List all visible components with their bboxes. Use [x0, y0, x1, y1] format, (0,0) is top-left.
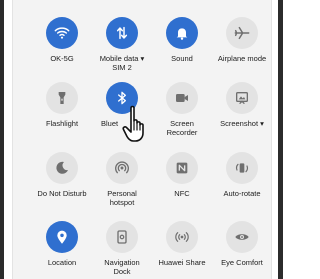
tile-mobile-data[interactable]: Mobile data ▾ SIM 2 [90, 17, 154, 72]
tile-screen-recorder[interactable]: Screen Recorder [150, 82, 214, 137]
do-not-disturb-label: Do Not Disturb [37, 189, 87, 198]
screen-recorder-label: Screen Recorder [150, 119, 214, 137]
airplane-icon [234, 26, 250, 40]
tile-flashlight[interactable]: Flashlight [30, 82, 94, 128]
screen-recorder-label-line1: Screen [170, 119, 194, 128]
nfc-toggle[interactable] [166, 152, 198, 184]
navigation-dock-toggle[interactable] [106, 221, 138, 253]
wifi-toggle[interactable] [46, 17, 78, 49]
location-toggle[interactable] [46, 221, 78, 253]
tile-do-not-disturb[interactable]: Do Not Disturb [30, 152, 94, 198]
airplane-toggle[interactable] [226, 17, 258, 49]
mobile-data-toggle[interactable] [106, 17, 138, 49]
right-frame-edge [278, 0, 283, 279]
screenshot-toggle[interactable] [226, 82, 258, 114]
wifi-icon [54, 27, 70, 39]
navigation-dock-label-line2: Dock [113, 267, 131, 276]
screen-recorder-toggle[interactable] [166, 82, 198, 114]
hand-pointer-icon [122, 105, 144, 142]
personal-hotspot-label-line2: hotspot [109, 198, 135, 207]
screenshot-icon [236, 92, 248, 104]
sound-label: Sound [171, 54, 193, 63]
do-not-disturb-toggle[interactable] [46, 152, 78, 184]
personal-hotspot-label-line1: Personal [107, 189, 137, 198]
auto-rotate-label: Auto-rotate [223, 189, 261, 198]
flashlight-toggle[interactable] [46, 82, 78, 114]
tile-auto-rotate[interactable]: Auto-rotate [210, 152, 274, 198]
video-camera-icon [176, 94, 188, 102]
mobile-data-label[interactable]: Mobile data ▾ SIM 2 [90, 54, 154, 72]
tile-wifi[interactable]: OK-5G [30, 17, 94, 63]
location-label: Location [47, 258, 77, 267]
mobile-data-label-line2: SIM 2 [112, 63, 132, 72]
tile-personal-hotspot[interactable]: Personal hotspot [90, 152, 154, 207]
auto-rotate-icon [236, 163, 248, 173]
screen-recorder-label-line2: Recorder [166, 128, 198, 137]
hotspot-icon [115, 161, 129, 174]
sound-toggle[interactable] [166, 17, 198, 49]
left-frame-edge [0, 0, 4, 279]
flashlight-icon [58, 92, 66, 104]
huawei-share-icon [175, 232, 189, 242]
wifi-label: OK-5G [50, 54, 74, 63]
mobile-data-label-line1: Mobile data ▾ [99, 54, 145, 63]
huawei-share-label: Huawei Share [158, 258, 206, 267]
screenshot-label[interactable]: Screenshot ▾ [210, 119, 274, 128]
location-pin-icon [57, 230, 67, 244]
auto-rotate-toggle[interactable] [226, 152, 258, 184]
tile-screenshot[interactable]: Screenshot ▾ [210, 82, 274, 128]
tile-navigation-dock[interactable]: Navigation Dock [90, 221, 154, 276]
tile-huawei-share[interactable]: Huawei Share [150, 221, 214, 267]
screenshot-frame: OK-5G Mobile data ▾ SIM 2 Sound Airplane… [0, 0, 283, 279]
eye-comfort-label: Eye Comfort [221, 258, 263, 267]
huawei-share-toggle[interactable] [166, 221, 198, 253]
navigation-dock-label-line1: Navigation [104, 258, 140, 267]
personal-hotspot-toggle[interactable] [106, 152, 138, 184]
eye-icon [235, 234, 249, 240]
tile-location[interactable]: Location [30, 221, 94, 267]
tile-airplane[interactable]: Airplane mode [210, 17, 274, 63]
mobile-data-arrows-icon [116, 26, 128, 40]
nfc-label: NFC [174, 189, 190, 198]
eye-comfort-toggle[interactable] [226, 221, 258, 253]
personal-hotspot-label: Personal hotspot [90, 189, 154, 207]
nfc-icon [176, 162, 188, 174]
navigation-dock-label: Navigation Dock [90, 258, 154, 276]
airplane-label: Airplane mode [217, 54, 267, 63]
moon-icon [56, 161, 68, 174]
tile-nfc[interactable]: NFC [150, 152, 214, 198]
bell-icon [176, 28, 188, 40]
tile-eye-comfort[interactable]: Eye Comfort [210, 221, 274, 267]
flashlight-label: Flashlight [45, 119, 79, 128]
navigation-dock-icon [117, 230, 127, 244]
tile-sound[interactable]: Sound [150, 17, 214, 63]
